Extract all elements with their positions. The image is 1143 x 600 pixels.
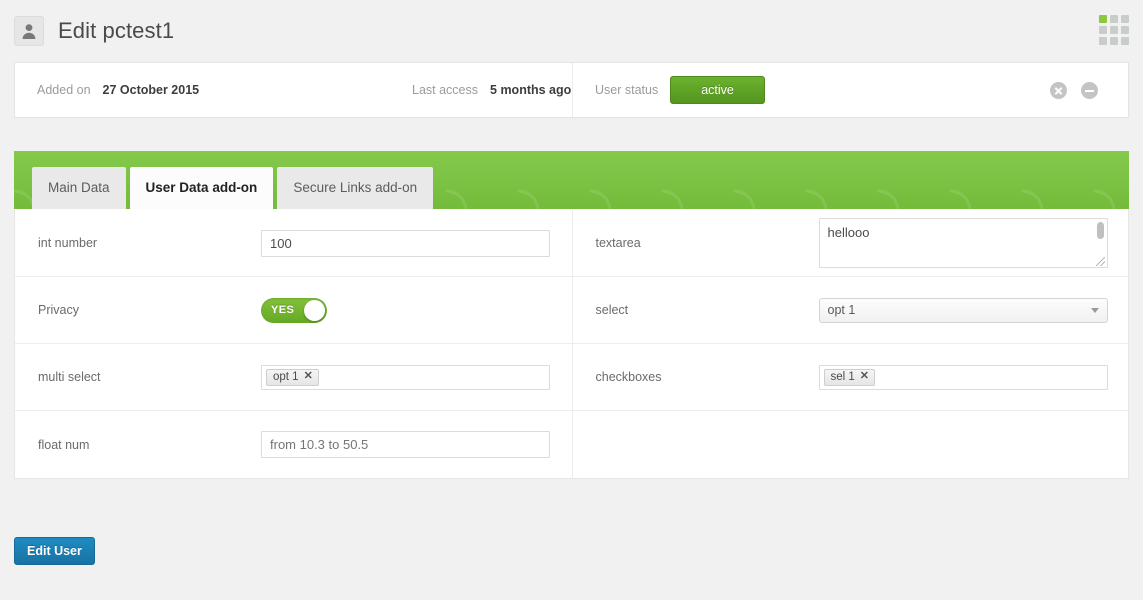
chevron-down-icon <box>1090 307 1099 313</box>
field-control-privacy: YES <box>261 297 550 323</box>
field-label-select: select <box>595 303 629 317</box>
last-access-value: 5 months ago <box>490 83 572 97</box>
tab-main-data[interactable]: Main Data <box>32 167 126 209</box>
tag-remove-icon[interactable]: ✕ <box>304 371 313 382</box>
float-num-input[interactable] <box>261 431 550 458</box>
close-circle-icon[interactable] <box>1050 81 1067 99</box>
field-row-multi-select: multi select opt 1 ✕ <box>15 344 572 411</box>
field-label-privacy: Privacy <box>38 303 79 317</box>
field-row-float-num: float num <box>15 411 572 478</box>
status-badge[interactable]: active <box>670 76 765 104</box>
user-status-cell: User status active <box>572 63 1128 117</box>
field-control-float-num <box>261 431 550 458</box>
field-row-empty <box>573 411 1129 478</box>
int-number-input[interactable] <box>261 229 550 257</box>
tab-user-data-add-on[interactable]: User Data add-on <box>129 167 274 209</box>
field-row-int-number: int number <box>15 210 572 277</box>
page-header: Edit pctest1 <box>0 0 1143 62</box>
resize-handle-icon[interactable] <box>1095 257 1105 266</box>
form-footer: Edit User <box>0 479 1143 565</box>
added-on-value: 27 October 2015 <box>102 83 200 97</box>
privacy-toggle-label: YES <box>271 303 295 316</box>
textarea-input[interactable]: hellooo <box>818 218 1108 268</box>
user-data-form-panel: int number Privacy YES multi select opt … <box>14 209 1129 479</box>
user-avatar-icon <box>14 16 44 46</box>
select-selected-value: opt 1 <box>827 303 856 317</box>
info-bar-actions <box>1050 81 1106 99</box>
field-label-textarea: textarea <box>595 236 641 250</box>
textarea-value: hellooo <box>827 225 870 240</box>
multi-select-input[interactable]: opt 1 ✕ <box>261 364 550 390</box>
select-dropdown[interactable]: opt 1 <box>818 297 1108 323</box>
tab-bar-wrapper: Main Data User Data add-on Secure Links … <box>14 151 1129 209</box>
form-column-left: int number Privacy YES multi select opt … <box>15 210 572 478</box>
last-access-cell: Last access 5 months ago <box>390 63 572 117</box>
tag-chip[interactable]: sel 1 ✕ <box>823 368 876 386</box>
scrollbar-thumb[interactable] <box>1096 222 1104 239</box>
field-label-checkboxes: checkboxes <box>595 370 662 384</box>
added-on-cell: Added on 27 October 2015 <box>15 63 390 117</box>
grid-menu-icon[interactable] <box>1099 15 1129 45</box>
field-label-multi-select: multi select <box>38 370 101 384</box>
field-control-checkboxes: sel 1 ✕ <box>818 364 1108 390</box>
checkboxes-input[interactable]: sel 1 ✕ <box>818 364 1108 390</box>
field-row-checkboxes: checkboxes sel 1 ✕ <box>572 344 1128 411</box>
tag-chip-label: opt 1 <box>273 370 299 383</box>
privacy-toggle-knob <box>304 299 325 321</box>
minus-circle-icon[interactable] <box>1081 81 1098 99</box>
user-info-bar: Added on 27 October 2015 Last access 5 m… <box>14 62 1129 118</box>
field-row-privacy: Privacy YES <box>15 277 572 344</box>
tab-secure-links-add-on[interactable]: Secure Links add-on <box>277 167 434 209</box>
tag-remove-icon[interactable]: ✕ <box>860 371 869 382</box>
page-title: Edit pctest1 <box>58 18 175 43</box>
user-status-label: User status <box>595 83 659 97</box>
added-on-label: Added on <box>37 83 91 97</box>
field-control-textarea: hellooo <box>818 218 1108 268</box>
tag-chip[interactable]: opt 1 ✕ <box>266 368 319 386</box>
privacy-toggle[interactable]: YES <box>261 297 327 323</box>
tab-bar: Main Data User Data add-on Secure Links … <box>14 151 1129 209</box>
tag-chip-label: sel 1 <box>830 370 855 383</box>
form-column-right: textarea hellooo select opt 1 checkboxes <box>571 210 1129 478</box>
field-control-multi-select: opt 1 ✕ <box>261 364 550 390</box>
field-control-int-number <box>261 229 550 257</box>
last-access-label: Last access <box>412 83 479 97</box>
field-control-select: opt 1 <box>818 297 1108 323</box>
field-row-textarea: textarea hellooo <box>572 210 1128 277</box>
edit-user-button[interactable]: Edit User <box>14 537 95 565</box>
field-label-int-number: int number <box>38 236 98 250</box>
field-label-float-num: float num <box>38 437 90 452</box>
field-row-select: select opt 1 <box>572 277 1128 344</box>
